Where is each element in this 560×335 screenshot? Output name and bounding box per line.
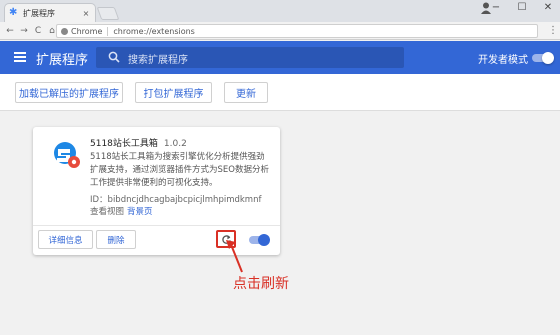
annotation-text: 点击刷新 [233,276,289,292]
actions-bar: 加载已解压的扩展程序 打包扩展程序 更新 [0,74,560,111]
extension-name-text: 5118站长工具箱 [90,139,158,149]
security-chip[interactable]: Chrome [61,26,109,36]
forward-button[interactable]: → [18,26,30,36]
address-url: chrome://extensions [113,26,195,36]
chrome-icon [61,27,68,35]
developer-mode-label: 开发者模式 [478,55,528,66]
page-title: 扩展程序 [36,53,89,68]
toggle-knob [258,234,270,246]
extension-logo [54,142,80,168]
reload-page-button[interactable]: C [32,26,44,36]
developer-mode-toggle[interactable] [532,52,554,64]
inspect-views-label: 查看视图 [90,207,125,217]
extension-id: ID：bibdncjdhcagbajbcpicjlmhpimdkmnf [90,195,262,205]
browser-menu-icon[interactable]: ⋮ [548,25,558,36]
extension-name: 5118站长工具箱 1.0.2 [90,136,187,149]
tab-extensions[interactable]: ✱ 扩展程序 × [4,3,96,22]
security-chip-label: Chrome [71,26,103,36]
browser-toolbar: ← → C ⌂ Chrome chrome://extensions ☆ ⋮ [0,22,560,40]
load-unpacked-button[interactable]: 加载已解压的扩展程序 [15,82,123,103]
card-divider [33,225,280,226]
tab-strip: ✱ 扩展程序 × − ☐ ✕ [0,0,560,22]
search-icon [108,51,120,63]
inspect-views: 查看视图 背景页 [90,205,153,217]
minimize-button[interactable]: − [490,2,502,13]
update-button[interactable]: 更新 [224,82,268,103]
tab-title: 扩展程序 [23,8,55,18]
hamburger-menu-icon[interactable] [14,52,26,62]
search-input[interactable]: 搜索扩展程序 [96,47,404,68]
background-page-link[interactable]: 背景页 [127,207,153,217]
pack-extension-button[interactable]: 打包扩展程序 [135,82,212,103]
details-button[interactable]: 详细信息 [38,230,93,249]
new-tab-button[interactable] [96,7,120,20]
extension-version: 1.0.2 [163,139,187,149]
tab-close-icon[interactable]: × [81,9,91,18]
search-placeholder: 搜索扩展程序 [128,55,188,66]
window-controls: − ☐ ✕ [490,2,554,13]
remove-button[interactable]: 删除 [96,230,136,249]
extensions-header: 扩展程序 搜索扩展程序 开发者模式 [0,41,560,74]
toggle-knob [542,52,554,64]
extension-description: 5118站长工具箱为搜索引擎优化分析提供强劲扩展支持，通过浏览器插件方式为SEO… [90,152,269,188]
maximize-button[interactable]: ☐ [516,2,528,13]
close-window-button[interactable]: ✕ [542,2,554,13]
back-button[interactable]: ← [4,26,16,36]
extension-enable-toggle[interactable] [249,234,270,246]
address-bar[interactable]: Chrome chrome://extensions ☆ [56,24,538,38]
puzzle-icon: ✱ [9,7,18,18]
annotation-arrow [226,240,243,273]
